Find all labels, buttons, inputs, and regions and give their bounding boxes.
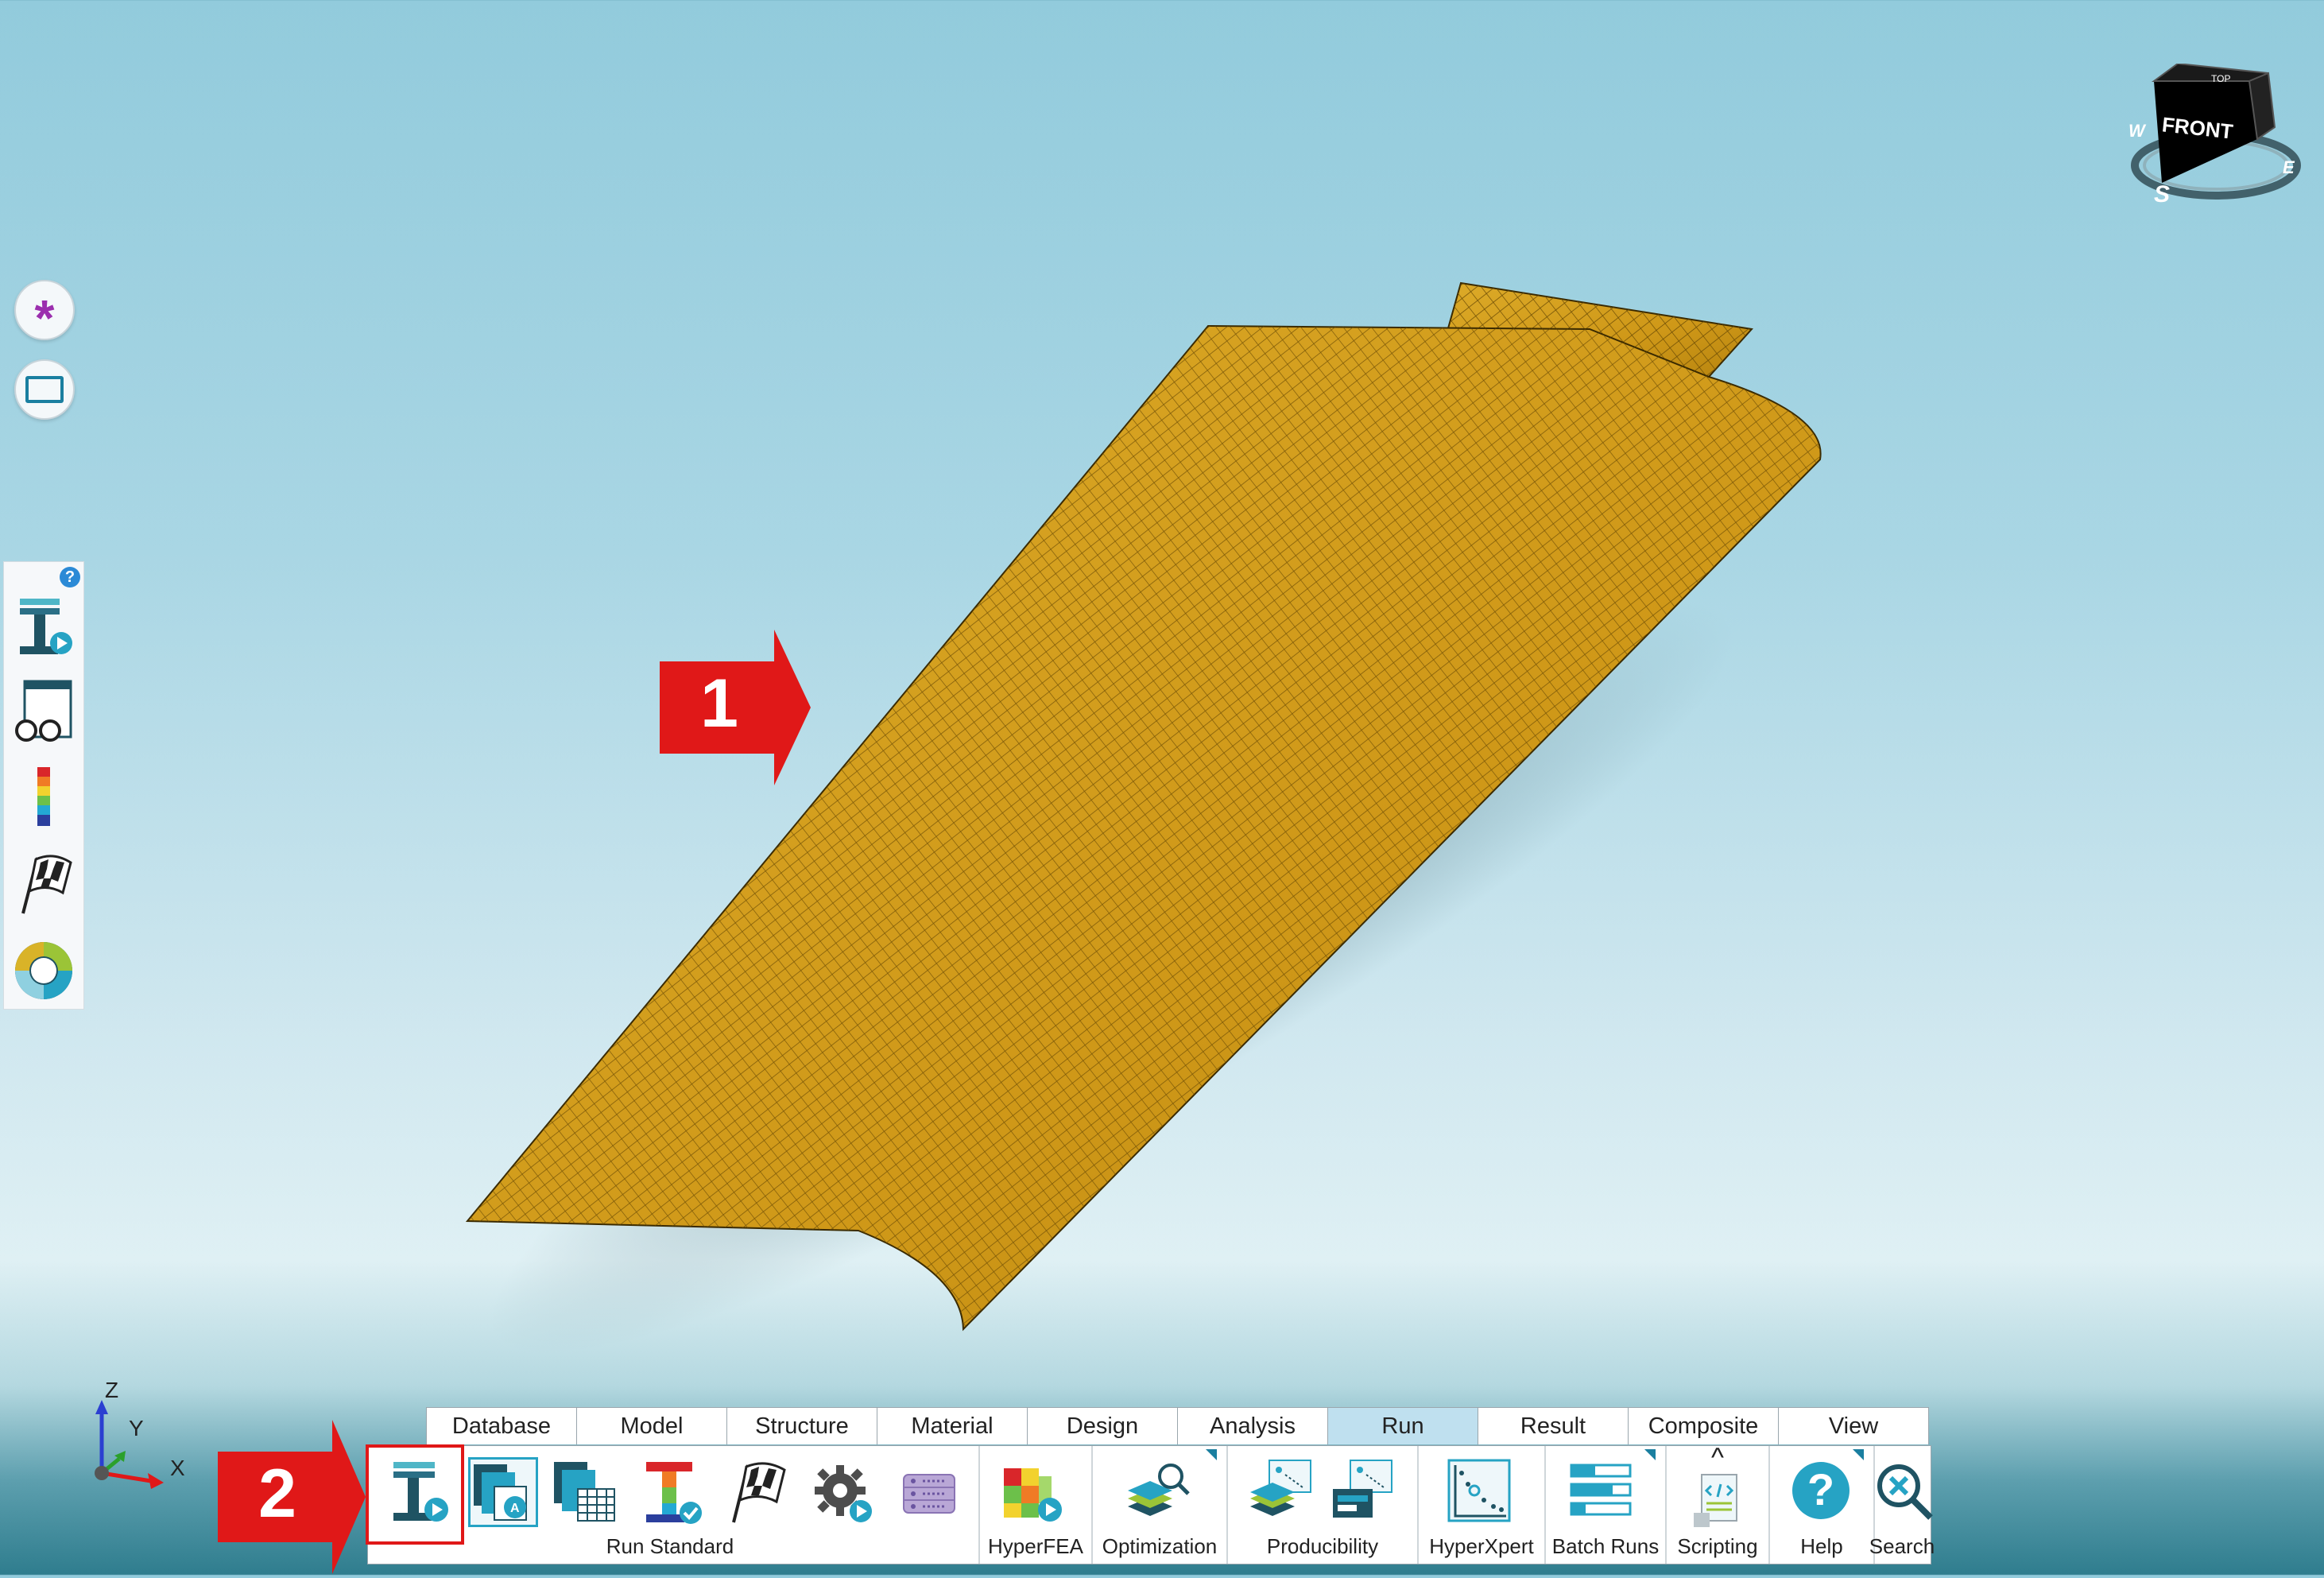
group-batch-runs-label: Batch Runs — [1551, 1534, 1660, 1558]
batch-runs-more-icon[interactable] — [1644, 1449, 1656, 1460]
ribbon-toolbar: A Run Standard HyperFEA Optimization Pro… — [367, 1443, 1935, 1564]
view-cube-south-label: S — [2154, 181, 2171, 207]
tab-composite[interactable]: Composite — [1628, 1407, 1779, 1444]
view-cube[interactable]: FRONT TOP S W E — [2114, 62, 2305, 215]
view-cube-top-label: TOP — [2211, 73, 2231, 84]
search-icon[interactable] — [1869, 1457, 1939, 1527]
3d-viewport[interactable] — [0, 0, 2324, 1575]
ribbon-tab-bar: Database Model Structure Material Design… — [426, 1407, 1929, 1445]
callout-number-2: 2 — [258, 1456, 296, 1532]
optimization-more-icon[interactable] — [1206, 1449, 1217, 1460]
help-more-icon[interactable] — [1853, 1449, 1864, 1460]
triad-x-label: X — [170, 1456, 185, 1480]
tab-analysis[interactable]: Analysis — [1177, 1407, 1328, 1444]
asterisk-icon: * — [34, 289, 55, 347]
rectangle-select-icon — [25, 376, 64, 403]
group-producibility-label: Producibility — [1266, 1534, 1379, 1558]
finish-flag-icon[interactable] — [722, 1457, 792, 1527]
producibility-draping-icon[interactable] — [1245, 1457, 1315, 1527]
tab-result[interactable]: Result — [1478, 1407, 1629, 1444]
optimization-icon[interactable] — [1123, 1457, 1193, 1527]
group-optimization-label: Optimization — [1102, 1534, 1218, 1558]
svg-text:A: A — [510, 1502, 520, 1515]
help-icon[interactable]: ? — [1788, 1457, 1857, 1527]
svg-text:?: ? — [1807, 1464, 1834, 1514]
callout-arrow-1: 1 — [660, 630, 811, 785]
analysis-batch-icon[interactable] — [551, 1457, 621, 1527]
group-hyperxpert-label: HyperXpert — [1429, 1534, 1534, 1558]
group-producibility: Producibility — [1228, 1446, 1419, 1564]
tab-view[interactable]: View — [1778, 1407, 1929, 1444]
view-cube-east-label: E — [2283, 157, 2295, 177]
callout-arrow-2: 2 — [218, 1420, 366, 1574]
palette-help-icon[interactable]: ? — [60, 567, 80, 587]
palette-ply-book-icon[interactable] — [12, 936, 76, 1002]
coordinate-triad: Z Y X — [72, 1378, 199, 1491]
tab-model[interactable]: Model — [576, 1407, 727, 1444]
tool-palette: ? — [3, 561, 84, 1010]
group-scripting-label: Scripting — [1677, 1534, 1758, 1558]
run-settings-gear-icon[interactable] — [808, 1457, 878, 1527]
palette-run-analysis-icon[interactable] — [12, 594, 76, 661]
group-scripting: ^ Scripting — [1667, 1443, 1770, 1564]
check-model-icon[interactable] — [638, 1457, 708, 1527]
callout-number-1: 1 — [700, 665, 738, 742]
tab-database[interactable]: Database — [426, 1407, 577, 1444]
callout-highlight-box — [366, 1444, 464, 1545]
hyperxpert-icon[interactable] — [1444, 1457, 1514, 1527]
box-select-button[interactable] — [14, 359, 75, 420]
group-search: Search — [1869, 1446, 1935, 1564]
scripting-icon[interactable] — [1683, 1470, 1753, 1530]
group-hyperfea: HyperFEA — [980, 1446, 1093, 1564]
tab-material[interactable]: Material — [877, 1407, 1028, 1444]
group-hyperxpert: HyperXpert — [1419, 1446, 1546, 1564]
producibility-flat-pattern-icon[interactable] — [1327, 1457, 1396, 1527]
palette-finish-flag-icon[interactable] — [12, 851, 76, 918]
view-cube-west-label: W — [2128, 121, 2145, 141]
palette-review-icon[interactable] — [12, 678, 76, 745]
batch-runs-icon[interactable] — [1567, 1457, 1636, 1527]
group-search-label: Search — [1869, 1534, 1935, 1558]
group-optimization: Optimization — [1093, 1446, 1228, 1564]
tab-structure[interactable]: Structure — [726, 1407, 877, 1444]
group-hyperfea-label: HyperFEA — [988, 1534, 1083, 1558]
palette-result-contour-icon[interactable] — [12, 766, 76, 832]
run-queue-server-icon[interactable] — [896, 1457, 966, 1527]
group-batch-runs: Batch Runs — [1546, 1446, 1667, 1564]
triad-y-label: Y — [129, 1416, 144, 1440]
panel-model[interactable] — [0, 0, 2324, 1575]
triad-z-label: Z — [105, 1378, 119, 1402]
selection-filter-button[interactable]: * — [14, 280, 75, 347]
hyperfea-icon[interactable] — [999, 1457, 1069, 1527]
analysis-setup-icon[interactable]: A — [468, 1457, 538, 1527]
tab-design[interactable]: Design — [1027, 1407, 1178, 1444]
tab-run[interactable]: Run — [1327, 1407, 1478, 1444]
